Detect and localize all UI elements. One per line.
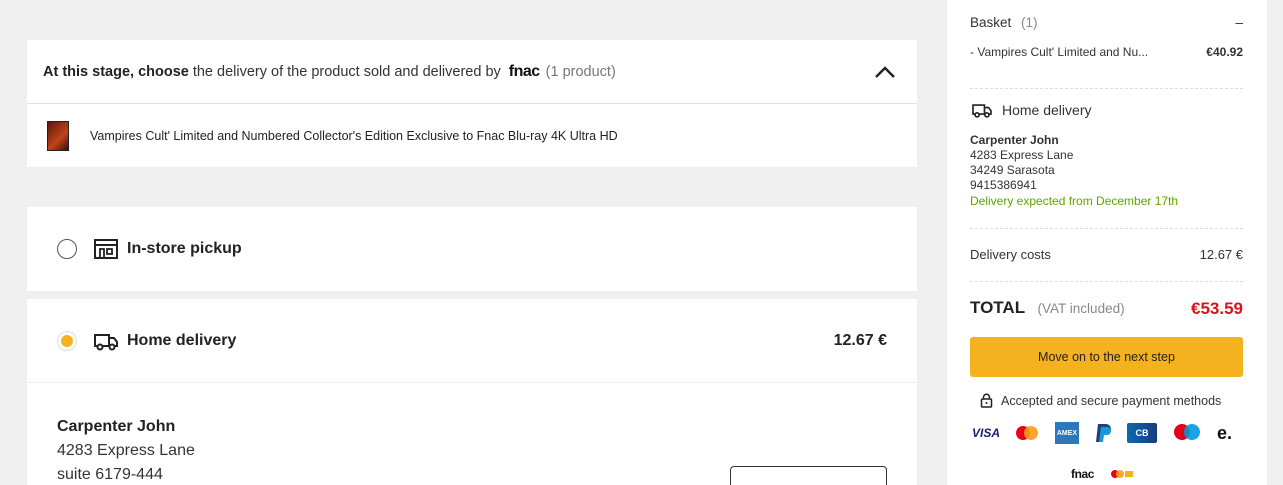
sidebar-address-name: Carpenter John <box>970 133 1059 147</box>
basket-item-name: - Vampires Cult' Limited and Nu... <box>970 45 1149 59</box>
sidebar-address-line2: 34249 Sarasota <box>970 163 1055 177</box>
secure-payment-note: Accepted and secure payment methods <box>980 393 1221 408</box>
product-count: (1 product) <box>545 63 616 80</box>
basket-count: (1) <box>1021 15 1038 30</box>
collapse-icon[interactable]: – <box>1235 15 1243 30</box>
address-line1: 4283 Express Lane <box>57 442 195 459</box>
vat-label: (VAT included) <box>1037 301 1125 316</box>
truck-icon <box>94 333 118 350</box>
basket-label: Basket <box>970 15 1012 30</box>
pickup-label: In-store pickup <box>127 240 242 257</box>
seller-prefix: At this stage, choose <box>43 63 189 80</box>
divider <box>970 88 1243 89</box>
paypal-logo <box>1093 421 1113 445</box>
product-row: Vampires Cult' Limited and Numbered Coll… <box>27 104 917 167</box>
seller-text: the delivery of the product sold and del… <box>192 63 501 80</box>
chevron-up-icon[interactable] <box>873 62 897 82</box>
delivery-eta: Delivery expected from December 17th <box>970 194 1179 208</box>
order-summary: Basket (1) – - Vampires Cult' Limited an… <box>947 0 1267 485</box>
cb-logo: CB <box>1127 423 1157 443</box>
seller-header[interactable]: At this stage, choose the delivery of th… <box>27 40 917 104</box>
store-cards: fnac <box>1071 467 1134 481</box>
product-thumbnail <box>47 120 69 151</box>
total-row: TOTAL (VAT included) €53.59 <box>970 298 1243 318</box>
delivery-option-header[interactable]: Home delivery 12.67 € <box>27 299 917 383</box>
change-address-button[interactable]: Change my address <box>730 466 887 485</box>
amex-logo: AMEX <box>1055 422 1079 444</box>
total-value: €53.59 <box>1191 299 1243 318</box>
fnac-mastercard-logo <box>1111 470 1134 478</box>
next-step-button[interactable]: Move on to the next step <box>970 337 1243 377</box>
e-carte-bleue-logo: e. <box>1217 422 1233 443</box>
seller-card: At this stage, choose the delivery of th… <box>27 40 917 167</box>
delivery-price: 12.67 € <box>833 332 887 349</box>
pickup-option[interactable]: In-store pickup <box>27 207 917 291</box>
basket-header[interactable]: Basket (1) – <box>970 15 1243 30</box>
truck-icon <box>972 104 992 118</box>
sidebar-address: Carpenter John 4283 Express Lane 34249 S… <box>970 133 1178 209</box>
sidebar-delivery-mode: Home delivery <box>970 101 1091 119</box>
secure-label: Accepted and secure payment methods <box>1001 393 1222 408</box>
lock-icon <box>980 393 993 408</box>
sidebar-delivery-label: Home delivery <box>1002 102 1092 118</box>
fnac-logo: fnac <box>508 62 540 80</box>
basket-item: - Vampires Cult' Limited and Nu... €40.9… <box>970 45 1243 59</box>
total-label: TOTAL <box>970 298 1026 317</box>
pickup-radio[interactable] <box>57 239 77 259</box>
divider <box>970 281 1243 282</box>
delivery-costs-label: Delivery costs <box>970 247 1051 262</box>
delivery-option: Home delivery 12.67 € Carpenter John 428… <box>27 299 917 485</box>
delivery-costs-value: 12.67 € <box>1199 247 1243 262</box>
delivery-costs-row: Delivery costs 12.67 € <box>970 247 1243 262</box>
basket-item-price: €40.92 <box>1206 45 1243 59</box>
divider <box>970 228 1243 229</box>
sidebar-address-phone: 9415386941 <box>970 178 1037 192</box>
store-icon <box>94 239 118 259</box>
visa-logo: VISA <box>972 426 1001 440</box>
delivery-radio[interactable] <box>57 330 77 351</box>
address-name: Carpenter John <box>57 418 176 435</box>
maestro-logo <box>1171 421 1203 445</box>
product-title: Vampires Cult' Limited and Numbered Coll… <box>90 128 618 143</box>
sidebar-address-line1: 4283 Express Lane <box>970 148 1074 162</box>
payment-methods: VISA AMEX CB e. <box>972 421 1233 445</box>
mastercard-logo <box>1013 421 1041 445</box>
fnac-card-logo: fnac <box>1071 467 1095 481</box>
delivery-label: Home delivery <box>127 331 237 349</box>
